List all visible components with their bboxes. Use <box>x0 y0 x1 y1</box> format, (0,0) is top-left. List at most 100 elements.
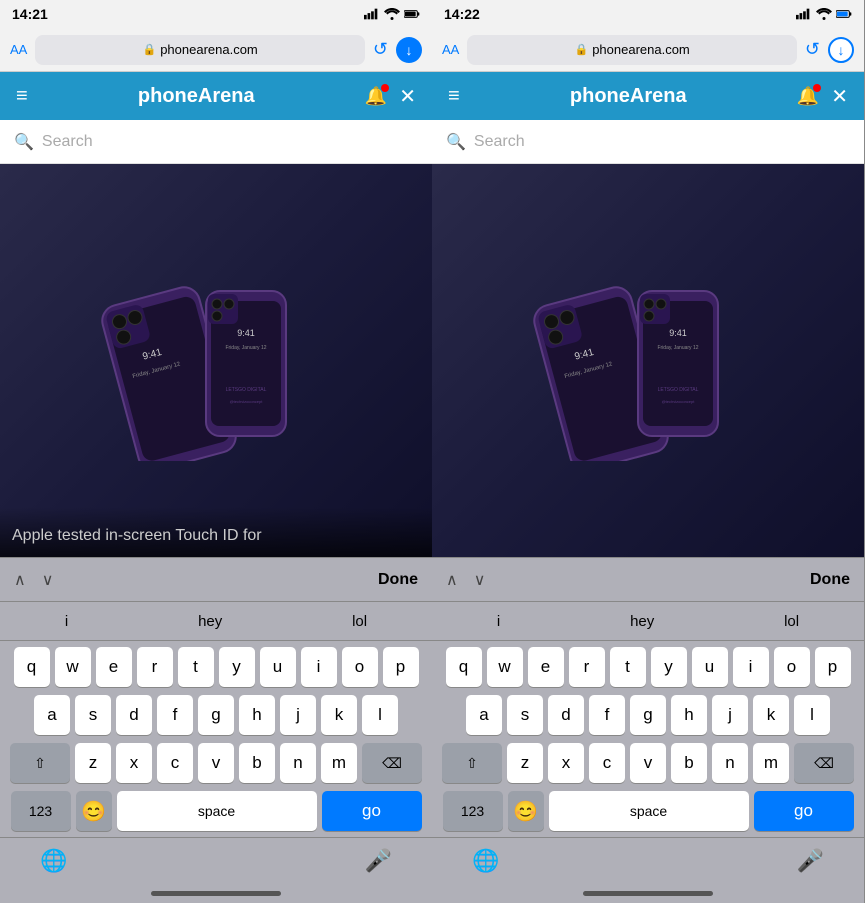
key-123-left[interactable]: 123 <box>11 791 71 831</box>
key-shift-left[interactable]: ⇧ <box>10 743 70 783</box>
key-o-left[interactable]: o <box>342 647 378 687</box>
key-s-left[interactable]: s <box>75 695 111 735</box>
key-l-left[interactable]: l <box>362 695 398 735</box>
key-u-right[interactable]: u <box>692 647 728 687</box>
refresh-btn-left[interactable]: ↺ <box>373 39 388 60</box>
key-b-left[interactable]: b <box>239 743 275 783</box>
key-delete-right[interactable]: ⌫ <box>794 743 854 783</box>
key-delete-left[interactable]: ⌫ <box>362 743 422 783</box>
hamburger-icon-right[interactable]: ≡ <box>448 85 460 108</box>
key-h-right[interactable]: h <box>671 695 707 735</box>
key-y-right[interactable]: y <box>651 647 687 687</box>
mic-icon-right[interactable]: 🎤 <box>797 848 824 874</box>
mic-icon-left[interactable]: 🎤 <box>365 848 392 874</box>
key-go-left[interactable]: go <box>322 791 422 831</box>
key-space-right[interactable]: space <box>549 791 749 831</box>
key-d-right[interactable]: d <box>548 695 584 735</box>
done-btn-right[interactable]: Done <box>810 571 850 589</box>
key-j-left[interactable]: j <box>280 695 316 735</box>
key-z-right[interactable]: z <box>507 743 543 783</box>
globe-icon-left[interactable]: 🌐 <box>40 848 67 874</box>
key-x-left[interactable]: x <box>116 743 152 783</box>
key-r-right[interactable]: r <box>569 647 605 687</box>
key-123-right[interactable]: 123 <box>443 791 503 831</box>
key-f-left[interactable]: f <box>157 695 193 735</box>
bell-icon-right[interactable]: 🔔 <box>797 86 819 107</box>
key-a-left[interactable]: a <box>34 695 70 735</box>
browser-bar-right[interactable]: AA 🔒 phonearena.com ↺ ↓ <box>432 28 864 72</box>
key-p-left[interactable]: p <box>383 647 419 687</box>
key-j-right[interactable]: j <box>712 695 748 735</box>
autocomplete-i-right[interactable]: i <box>485 613 512 630</box>
key-c-left[interactable]: c <box>157 743 193 783</box>
key-d-left[interactable]: d <box>116 695 152 735</box>
key-emoji-left[interactable]: 😊 <box>76 791 112 831</box>
key-e-left[interactable]: e <box>96 647 132 687</box>
autocomplete-lol-right[interactable]: lol <box>772 613 811 630</box>
autocomplete-i-left[interactable]: i <box>53 613 80 630</box>
autocomplete-hey-right[interactable]: hey <box>618 613 666 630</box>
key-s-right[interactable]: s <box>507 695 543 735</box>
key-w-right[interactable]: w <box>487 647 523 687</box>
aa-label-right[interactable]: AA <box>442 42 459 57</box>
key-f-right[interactable]: f <box>589 695 625 735</box>
refresh-btn-right[interactable]: ↺ <box>805 39 820 60</box>
key-r-left[interactable]: r <box>137 647 173 687</box>
done-btn-left[interactable]: Done <box>378 571 418 589</box>
key-x-right[interactable]: x <box>548 743 584 783</box>
key-go-right[interactable]: go <box>754 791 854 831</box>
key-l-right[interactable]: l <box>794 695 830 735</box>
key-o-right[interactable]: o <box>774 647 810 687</box>
key-emoji-right[interactable]: 😊 <box>508 791 544 831</box>
key-q-left[interactable]: q <box>14 647 50 687</box>
close-btn-right[interactable]: ✕ <box>831 84 848 109</box>
autocomplete-hey-left[interactable]: hey <box>186 613 234 630</box>
time-right: 14:22 <box>444 6 480 22</box>
key-q-right[interactable]: q <box>446 647 482 687</box>
key-e-right[interactable]: e <box>528 647 564 687</box>
key-t-left[interactable]: t <box>178 647 214 687</box>
arrow-down-btn-right[interactable]: ∨ <box>474 570 486 590</box>
key-k-right[interactable]: k <box>753 695 789 735</box>
key-i-left[interactable]: i <box>301 647 337 687</box>
key-b-right[interactable]: b <box>671 743 707 783</box>
key-n-right[interactable]: n <box>712 743 748 783</box>
key-h-left[interactable]: h <box>239 695 275 735</box>
key-n-left[interactable]: n <box>280 743 316 783</box>
key-v-left[interactable]: v <box>198 743 234 783</box>
aa-label-left[interactable]: AA <box>10 42 27 57</box>
phone-illustration-left: 9:41 Friday, January 12 9:41 Friday, Jan… <box>56 261 376 461</box>
download-btn-left[interactable]: ↓ <box>396 37 422 63</box>
key-c-right[interactable]: c <box>589 743 625 783</box>
search-bar-left[interactable]: 🔍 Search <box>0 120 432 164</box>
key-p-right[interactable]: p <box>815 647 851 687</box>
bell-icon-left[interactable]: 🔔 <box>365 86 387 107</box>
url-bar-left[interactable]: 🔒 phonearena.com <box>35 35 365 65</box>
globe-icon-right[interactable]: 🌐 <box>472 848 499 874</box>
url-bar-right[interactable]: 🔒 phonearena.com <box>467 35 797 65</box>
autocomplete-lol-left[interactable]: lol <box>340 613 379 630</box>
hamburger-icon-left[interactable]: ≡ <box>16 85 28 108</box>
key-y-left[interactable]: y <box>219 647 255 687</box>
key-g-left[interactable]: g <box>198 695 234 735</box>
key-w-left[interactable]: w <box>55 647 91 687</box>
key-t-right[interactable]: t <box>610 647 646 687</box>
key-i-right[interactable]: i <box>733 647 769 687</box>
key-shift-right[interactable]: ⇧ <box>442 743 502 783</box>
arrow-down-btn-left[interactable]: ∨ <box>42 570 54 590</box>
key-g-right[interactable]: g <box>630 695 666 735</box>
download-btn-right[interactable]: ↓ <box>828 37 854 63</box>
key-u-left[interactable]: u <box>260 647 296 687</box>
key-a-right[interactable]: a <box>466 695 502 735</box>
key-v-right[interactable]: v <box>630 743 666 783</box>
close-btn-left[interactable]: ✕ <box>399 84 416 109</box>
browser-bar-left[interactable]: AA 🔒 phonearena.com ↺ ↓ <box>0 28 432 72</box>
arrow-up-btn-right[interactable]: ∧ <box>446 570 458 590</box>
key-m-right[interactable]: m <box>753 743 789 783</box>
search-bar-right[interactable]: 🔍 Search <box>432 120 864 164</box>
key-space-left[interactable]: space <box>117 791 317 831</box>
key-m-left[interactable]: m <box>321 743 357 783</box>
key-k-left[interactable]: k <box>321 695 357 735</box>
arrow-up-btn-left[interactable]: ∧ <box>14 570 26 590</box>
key-z-left[interactable]: z <box>75 743 111 783</box>
